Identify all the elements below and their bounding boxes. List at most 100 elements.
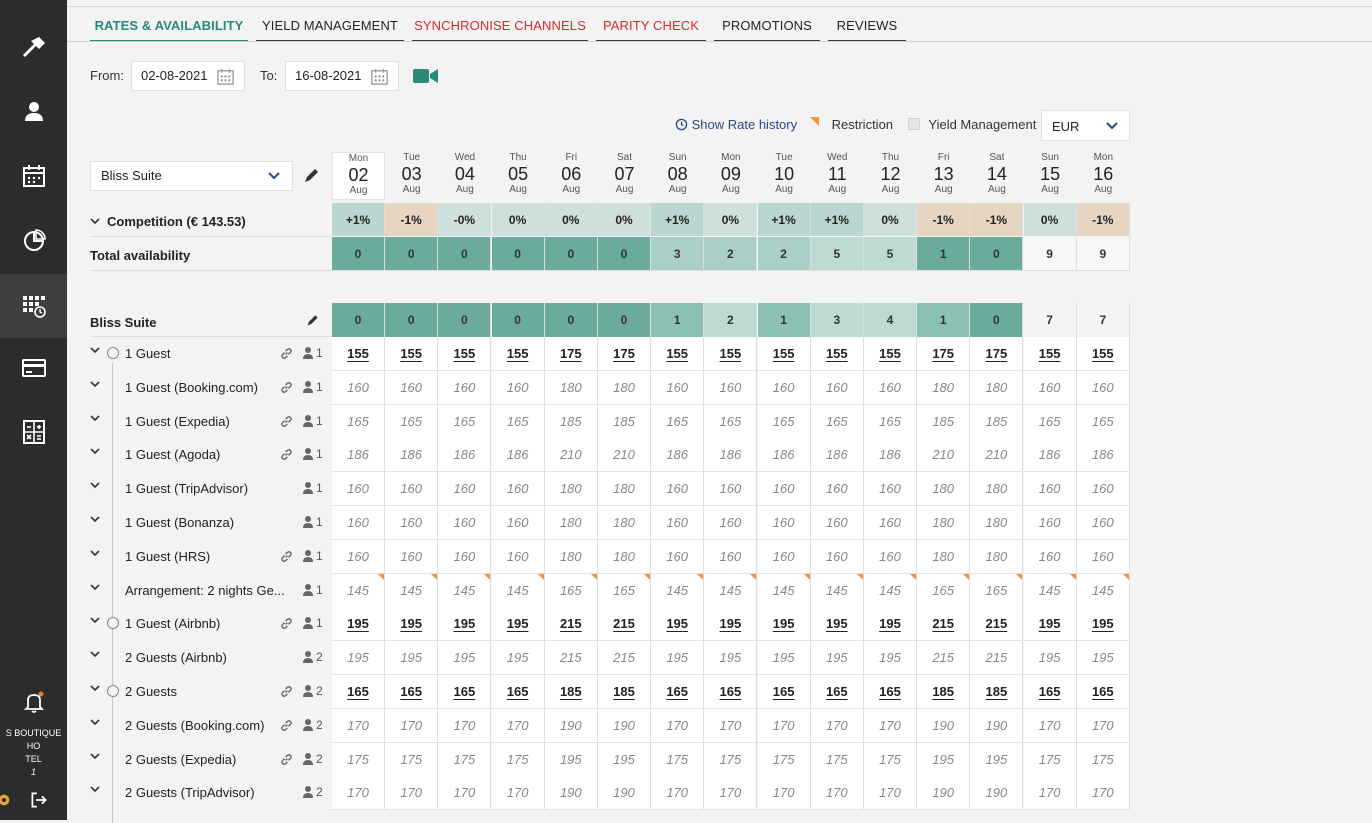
chevron-down-icon[interactable] xyxy=(90,550,100,557)
rate-cell[interactable]: 165 xyxy=(332,404,385,439)
date-header[interactable]: Tue 10 Aug xyxy=(758,152,811,200)
rate-row-label[interactable]: 1 Guest (Booking.com) 1 xyxy=(90,371,330,404)
link-icon[interactable] xyxy=(280,381,293,394)
rate-cell[interactable]: 145 xyxy=(757,573,811,608)
rate-cell[interactable]: 160 xyxy=(332,370,385,405)
calendar-picker-icon[interactable] xyxy=(216,67,235,86)
gear-icon[interactable] xyxy=(0,780,14,820)
rate-cell[interactable]: 195 xyxy=(1076,641,1130,676)
chevron-down-icon[interactable] xyxy=(90,685,100,692)
chevron-down-icon[interactable] xyxy=(90,753,100,760)
rate-cell[interactable]: 165 xyxy=(704,675,758,709)
rate-cell[interactable]: 180 xyxy=(917,472,971,507)
rate-cell[interactable]: 180 xyxy=(544,506,598,540)
rate-cell[interactable]: 165 xyxy=(704,404,758,439)
rate-cell[interactable]: 160 xyxy=(491,506,545,540)
room-availability-cell[interactable]: 4 xyxy=(864,303,917,337)
rate-cell[interactable]: 180 xyxy=(598,539,651,574)
rate-cell[interactable]: 185 xyxy=(544,404,598,439)
yield-management-legend[interactable]: Yield Management xyxy=(908,110,1036,140)
rate-cell[interactable]: 195 xyxy=(1023,641,1077,676)
radio-circle-icon[interactable] xyxy=(107,347,119,359)
date-header[interactable]: Thu 12 Aug xyxy=(864,152,917,200)
rate-cell[interactable]: 160 xyxy=(651,370,705,405)
rate-cell[interactable]: 175 xyxy=(757,742,811,777)
rate-cell[interactable]: 160 xyxy=(810,506,864,540)
rate-cell[interactable]: 160 xyxy=(757,472,811,507)
rate-row-label[interactable]: 2 Guests (Booking.com) 2 xyxy=(90,709,330,742)
link-icon[interactable] xyxy=(280,448,293,461)
rate-cell[interactable]: 175 xyxy=(651,742,705,777)
rate-cell[interactable]: 186 xyxy=(704,438,758,473)
rate-cell[interactable]: 155 xyxy=(491,337,545,371)
room-availability-cell[interactable]: 0 xyxy=(491,303,545,337)
availability-cell[interactable]: 0 xyxy=(598,237,651,270)
rate-cell[interactable]: 155 xyxy=(704,337,758,371)
user-icon[interactable] xyxy=(0,82,67,142)
availability-cell[interactable]: 0 xyxy=(332,237,385,270)
rate-cell[interactable]: 180 xyxy=(544,370,598,405)
rate-cell[interactable]: 165 xyxy=(491,675,545,709)
rate-cell[interactable]: 155 xyxy=(757,337,811,371)
rate-cell[interactable]: 165 xyxy=(757,404,811,439)
rate-cell[interactable]: 160 xyxy=(1023,506,1077,540)
rate-cell[interactable]: 210 xyxy=(917,438,971,473)
rate-cell[interactable]: 160 xyxy=(810,472,864,507)
rate-cell[interactable]: 195 xyxy=(917,742,971,777)
chevron-down-icon[interactable] xyxy=(90,584,100,591)
rate-cell[interactable]: 186 xyxy=(438,438,492,473)
rate-cell[interactable]: 160 xyxy=(704,539,758,574)
availability-cell[interactable]: 0 xyxy=(385,237,439,270)
rate-cell[interactable]: 175 xyxy=(491,742,545,777)
date-header[interactable]: Mon 02 Aug xyxy=(332,152,385,200)
rate-cell[interactable]: 195 xyxy=(385,641,439,676)
rate-cell[interactable]: 170 xyxy=(864,776,917,811)
room-availability-cell[interactable]: 3 xyxy=(810,303,864,337)
calendar-picker-icon[interactable] xyxy=(370,67,389,86)
rate-cell[interactable]: 180 xyxy=(598,506,651,540)
rate-cell[interactable]: 175 xyxy=(810,742,864,777)
rate-cell[interactable]: 175 xyxy=(598,337,651,371)
rate-cell[interactable]: 160 xyxy=(438,506,492,540)
room-availability-cell[interactable]: 1 xyxy=(757,303,811,337)
rate-cell[interactable]: 186 xyxy=(651,438,705,473)
date-header[interactable]: Wed 04 Aug xyxy=(438,152,491,200)
credit-card-icon[interactable] xyxy=(0,338,67,398)
radio-circle-icon[interactable] xyxy=(107,685,119,697)
rate-cell[interactable]: 170 xyxy=(385,708,439,743)
video-icon[interactable] xyxy=(413,68,439,84)
rate-cell[interactable]: 195 xyxy=(1023,607,1077,642)
rate-cell[interactable]: 145 xyxy=(438,573,492,608)
rate-cell[interactable]: 160 xyxy=(651,506,705,540)
rate-cell[interactable]: 160 xyxy=(385,472,439,507)
rate-cell[interactable]: 170 xyxy=(491,708,545,743)
date-header[interactable]: Wed 11 Aug xyxy=(811,152,864,200)
rate-cell[interactable]: 170 xyxy=(1023,776,1077,811)
rate-cell[interactable]: 160 xyxy=(332,539,385,574)
availability-cell[interactable]: 0 xyxy=(491,237,545,270)
rate-cell[interactable]: 160 xyxy=(810,370,864,405)
rate-cell[interactable]: 215 xyxy=(598,641,651,676)
rate-cell[interactable]: 186 xyxy=(864,438,917,473)
rate-cell[interactable]: 186 xyxy=(810,438,864,473)
availability-cell[interactable]: 5 xyxy=(864,237,917,270)
rate-cell[interactable]: 145 xyxy=(385,573,439,608)
rate-cell[interactable]: 160 xyxy=(1076,370,1130,405)
rate-cell[interactable]: 145 xyxy=(864,573,917,608)
rate-cell[interactable]: 160 xyxy=(385,539,439,574)
rate-cell[interactable]: 160 xyxy=(864,506,917,540)
rate-cell[interactable]: 190 xyxy=(970,776,1024,811)
rate-cell[interactable]: 195 xyxy=(544,742,598,777)
show-rate-history-link[interactable]: Show Rate history xyxy=(675,110,797,140)
rate-cell[interactable]: 145 xyxy=(491,573,545,608)
link-icon[interactable] xyxy=(280,617,293,630)
radio-circle-icon[interactable] xyxy=(107,617,119,630)
rate-cell[interactable]: 160 xyxy=(651,472,705,507)
rate-cell[interactable]: 160 xyxy=(864,539,917,574)
rate-cell[interactable]: 195 xyxy=(864,641,917,676)
rate-cell[interactable]: 195 xyxy=(332,607,385,642)
rate-cell[interactable]: 180 xyxy=(917,539,971,574)
rate-cell[interactable]: 190 xyxy=(917,776,971,811)
rate-cell[interactable]: 160 xyxy=(1076,539,1130,574)
grid-calendar-icon[interactable] xyxy=(0,274,67,338)
